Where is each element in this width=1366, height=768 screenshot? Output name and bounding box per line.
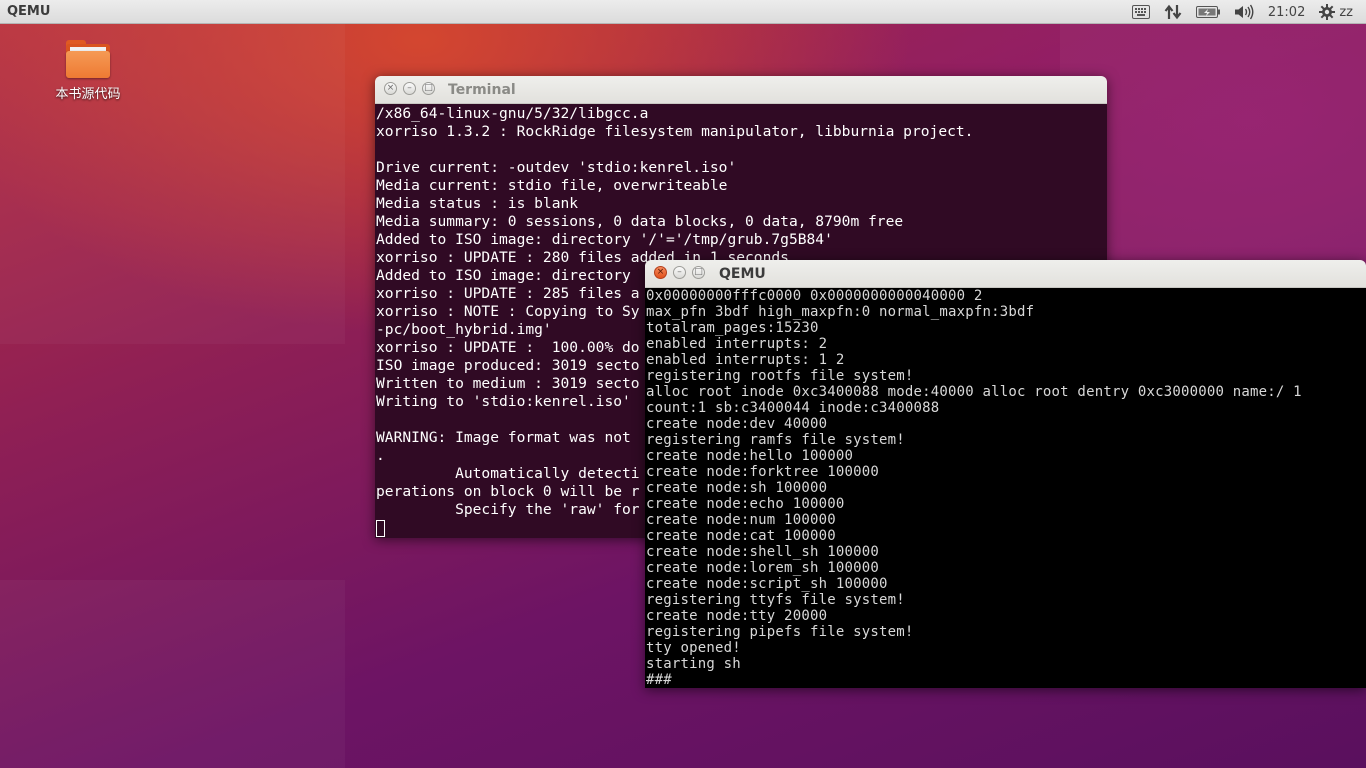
qemu-console-line: create node:num 100000 xyxy=(646,512,836,528)
desktop-folder-label: 本书源代码 xyxy=(55,87,121,102)
qemu-console-line: create node:lorem_sh 100000 xyxy=(646,560,879,576)
terminal-line: Added to ISO image: directory '/'='/tmp/… xyxy=(376,231,833,248)
gear-icon[interactable] xyxy=(1312,0,1337,24)
qemu-console-line: totalram_pages:15230 xyxy=(646,320,819,336)
terminal-title: Terminal xyxy=(448,82,516,98)
qemu-console-line: registering ramfs file system! xyxy=(646,432,905,448)
qemu-console-line: registering ttyfs file system! xyxy=(646,592,905,608)
qemu-console-line: starting sh xyxy=(646,656,741,672)
terminal-line: Media summary: 0 sessions, 0 data blocks… xyxy=(376,213,904,230)
qemu-console-line: registering rootfs file system! xyxy=(646,368,914,384)
qemu-close-button[interactable]: × xyxy=(654,266,667,279)
wallpaper-pane xyxy=(0,580,345,768)
folder-icon xyxy=(65,38,111,78)
terminal-line: xorriso 1.3.2 : RockRidge filesystem man… xyxy=(376,123,974,140)
qemu-console-line: create node:sh 100000 xyxy=(646,480,828,496)
qemu-console-line: create node:forktree 100000 xyxy=(646,464,879,480)
terminal-line: /x86_64-linux-gnu/5/32/libgcc.a xyxy=(376,105,649,122)
qemu-console-line: count:1 sb:c3400044 inode:c3400088 xyxy=(646,400,940,416)
terminal-titlebar[interactable]: × – □ Terminal xyxy=(375,76,1107,104)
qemu-console-line: create node:cat 100000 xyxy=(646,528,836,544)
qemu-console-line: max_pfn 3bdf high_maxpfn:0 normal_maxpfn… xyxy=(646,304,1035,320)
indicator-area: 21:02 zz xyxy=(1125,0,1360,24)
qemu-window[interactable]: × – □ QEMU 0x00000000fffc0000 0x00000000… xyxy=(645,260,1366,688)
desktop-folder-item[interactable]: 本书源代码 xyxy=(44,38,132,102)
qemu-console-line: enabled interrupts: 2 xyxy=(646,336,828,352)
clock[interactable]: 21:02 xyxy=(1261,0,1312,24)
battery-icon[interactable] xyxy=(1189,0,1227,24)
qemu-console-line: create node:tty 20000 xyxy=(646,608,828,624)
qemu-console-line: registering pipefs file system! xyxy=(646,624,914,640)
qemu-console-line: create node:hello 100000 xyxy=(646,448,854,464)
qemu-minimize-button[interactable]: – xyxy=(673,266,686,279)
qemu-console-line: 0x00000000fffc0000 0x0000000000040000 2 xyxy=(646,288,983,304)
terminal-line: Media status : is blank xyxy=(376,195,579,212)
qemu-title: QEMU xyxy=(719,266,766,282)
terminal-line: Drive current: -outdev 'stdio:kenrel.iso… xyxy=(376,159,737,176)
qemu-console-line: create node:echo 100000 xyxy=(646,496,845,512)
terminal-cursor xyxy=(376,520,385,537)
keyboard-icon[interactable] xyxy=(1125,0,1157,24)
qemu-console-line: alloc root inode 0xc3400088 mode:40000 a… xyxy=(646,384,1302,400)
terminal-maximize-button[interactable]: □ xyxy=(422,82,435,95)
qemu-console-line: ### xyxy=(646,672,672,688)
top-panel: QEMU 21:02 zz xyxy=(0,0,1366,24)
user-name[interactable]: zz xyxy=(1337,0,1360,24)
qemu-titlebar[interactable]: × – □ QEMU xyxy=(645,260,1366,288)
terminal-minimize-button[interactable]: – xyxy=(403,82,416,95)
network-updown-icon[interactable] xyxy=(1157,0,1189,24)
qemu-console-line: tty opened! xyxy=(646,640,741,656)
volume-icon[interactable] xyxy=(1227,0,1261,24)
terminal-line: Media current: stdio file, overwriteable xyxy=(376,177,728,194)
qemu-console-line: create node:dev 40000 xyxy=(646,416,828,432)
terminal-close-button[interactable]: × xyxy=(384,82,397,95)
panel-app-title: QEMU xyxy=(7,4,51,19)
qemu-console-line: create node:script_sh 100000 xyxy=(646,576,888,592)
qemu-maximize-button[interactable]: □ xyxy=(692,266,705,279)
qemu-console-line: enabled interrupts: 1 2 xyxy=(646,352,845,368)
qemu-console-line: create node:shell_sh 100000 xyxy=(646,544,879,560)
qemu-console-output[interactable]: 0x00000000fffc0000 0x0000000000040000 2m… xyxy=(645,288,1366,688)
